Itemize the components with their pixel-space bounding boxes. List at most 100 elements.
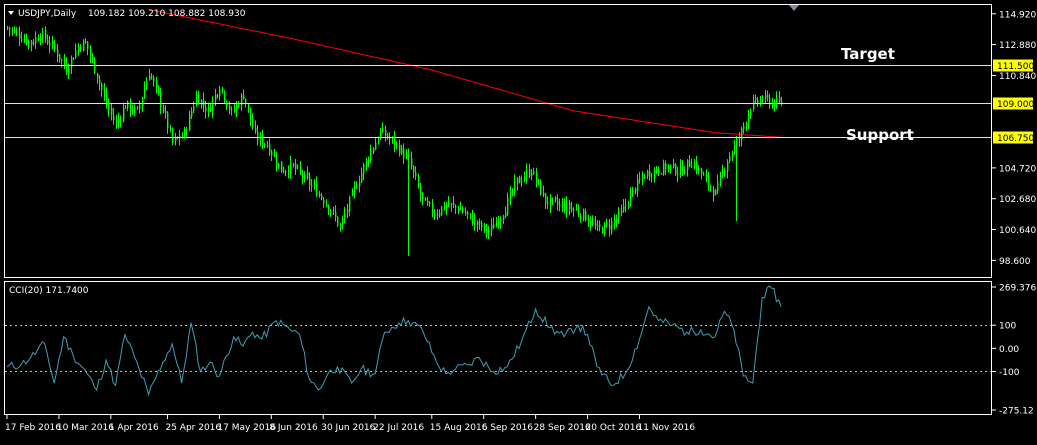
candle-body bbox=[163, 107, 165, 112]
candle-body bbox=[675, 164, 677, 175]
candle-body bbox=[184, 129, 186, 137]
candle-body bbox=[477, 221, 479, 225]
candle-body bbox=[243, 95, 245, 99]
candle-body bbox=[524, 177, 526, 180]
candle-body bbox=[510, 191, 512, 199]
date-tick-label: 1 Apr 2016 bbox=[109, 423, 159, 433]
candle-body bbox=[644, 176, 646, 178]
candle-body bbox=[588, 219, 590, 223]
date-tick-label: 25 Apr 2016 bbox=[165, 423, 221, 433]
candle-body bbox=[455, 205, 457, 208]
candle-body bbox=[352, 190, 354, 196]
candle-body bbox=[144, 88, 146, 98]
candle-body bbox=[604, 223, 606, 235]
candle-body bbox=[366, 159, 368, 167]
chart-window[interactable]: 111.500 Target 109.000 106.750 Support 114.9… bbox=[0, 0, 1037, 441]
candle-body bbox=[80, 46, 82, 50]
candle-body bbox=[673, 163, 675, 167]
candle-body bbox=[491, 224, 493, 231]
candle-body bbox=[684, 171, 686, 174]
candle-body bbox=[585, 211, 587, 221]
candle-body bbox=[595, 223, 597, 226]
level-price-label: 111.500 bbox=[997, 62, 1034, 72]
candle-body bbox=[703, 174, 705, 176]
candle-body bbox=[401, 147, 403, 154]
candle-body bbox=[47, 40, 49, 44]
chart-svg[interactable]: 111.500 Target 109.000 106.750 Support 114.9… bbox=[0, 0, 1037, 441]
candle-body bbox=[647, 171, 649, 177]
candle-body bbox=[215, 94, 217, 101]
candle-body bbox=[285, 171, 287, 173]
candle-body bbox=[193, 105, 195, 112]
candle-body bbox=[531, 173, 533, 176]
candle-body bbox=[267, 145, 269, 147]
candle-body bbox=[722, 171, 724, 176]
candle-body bbox=[182, 135, 184, 137]
candle-body bbox=[429, 202, 431, 204]
candle-body bbox=[661, 173, 663, 175]
candle-body bbox=[505, 212, 507, 218]
candle-body bbox=[59, 54, 61, 60]
candle-body bbox=[78, 45, 80, 52]
candle-body bbox=[83, 40, 85, 51]
candle-body bbox=[602, 228, 604, 233]
candle-body bbox=[87, 41, 89, 50]
candle-body bbox=[411, 158, 413, 167]
candle-body bbox=[427, 200, 429, 204]
candle-body bbox=[526, 170, 528, 177]
candle-body bbox=[729, 155, 731, 161]
candle-body bbox=[465, 211, 467, 214]
candle-body bbox=[304, 174, 306, 180]
candle-body bbox=[540, 180, 542, 195]
candle-body bbox=[614, 219, 616, 223]
candle-body bbox=[538, 180, 540, 182]
candle-body bbox=[198, 94, 200, 104]
candle-body bbox=[571, 208, 573, 211]
candle-body bbox=[444, 205, 446, 209]
candle-body bbox=[16, 31, 18, 33]
candle-body bbox=[212, 99, 214, 112]
candle-body bbox=[149, 75, 151, 80]
candle-body bbox=[606, 222, 608, 224]
candle-body bbox=[739, 138, 741, 140]
candle-body bbox=[578, 210, 580, 215]
candle-body bbox=[248, 104, 250, 109]
candle-body bbox=[503, 216, 505, 220]
cci-title: CCI(20) 171.7400 bbox=[9, 286, 89, 296]
candle-body bbox=[262, 134, 264, 145]
candle-body bbox=[250, 108, 252, 121]
candle-body bbox=[31, 41, 33, 45]
date-tick-label: 15 Aug 2016 bbox=[430, 423, 488, 433]
candle-body bbox=[319, 194, 321, 196]
candle-body bbox=[252, 119, 254, 129]
candle-body bbox=[715, 190, 717, 195]
candle-body bbox=[113, 115, 115, 121]
menu-triangle-icon[interactable] bbox=[8, 11, 14, 15]
candle-body bbox=[111, 107, 113, 115]
candle-body bbox=[609, 224, 611, 230]
candle-body bbox=[415, 172, 417, 177]
candle-body bbox=[311, 185, 313, 187]
candle-body bbox=[422, 193, 424, 199]
candle-body bbox=[361, 172, 363, 182]
candle-body bbox=[33, 42, 35, 44]
candle-body bbox=[566, 203, 568, 212]
candle-body bbox=[694, 163, 696, 167]
candle-body bbox=[99, 79, 101, 84]
shift-marker-icon[interactable] bbox=[789, 5, 799, 11]
candle-body bbox=[153, 77, 155, 82]
candle-body bbox=[635, 188, 637, 192]
candle-body bbox=[403, 148, 405, 159]
candle-body bbox=[696, 161, 698, 171]
candle-body bbox=[116, 120, 118, 123]
date-tick-label: 17 May 2016 bbox=[217, 423, 276, 433]
candle-body bbox=[736, 138, 738, 147]
candle-body bbox=[682, 166, 684, 175]
candle-body bbox=[257, 131, 259, 141]
candle-body bbox=[701, 168, 703, 175]
candle-body bbox=[616, 218, 618, 222]
candle-body bbox=[389, 138, 391, 140]
candle-body bbox=[748, 114, 750, 124]
candle-body bbox=[146, 80, 148, 90]
candle-body bbox=[234, 110, 236, 112]
